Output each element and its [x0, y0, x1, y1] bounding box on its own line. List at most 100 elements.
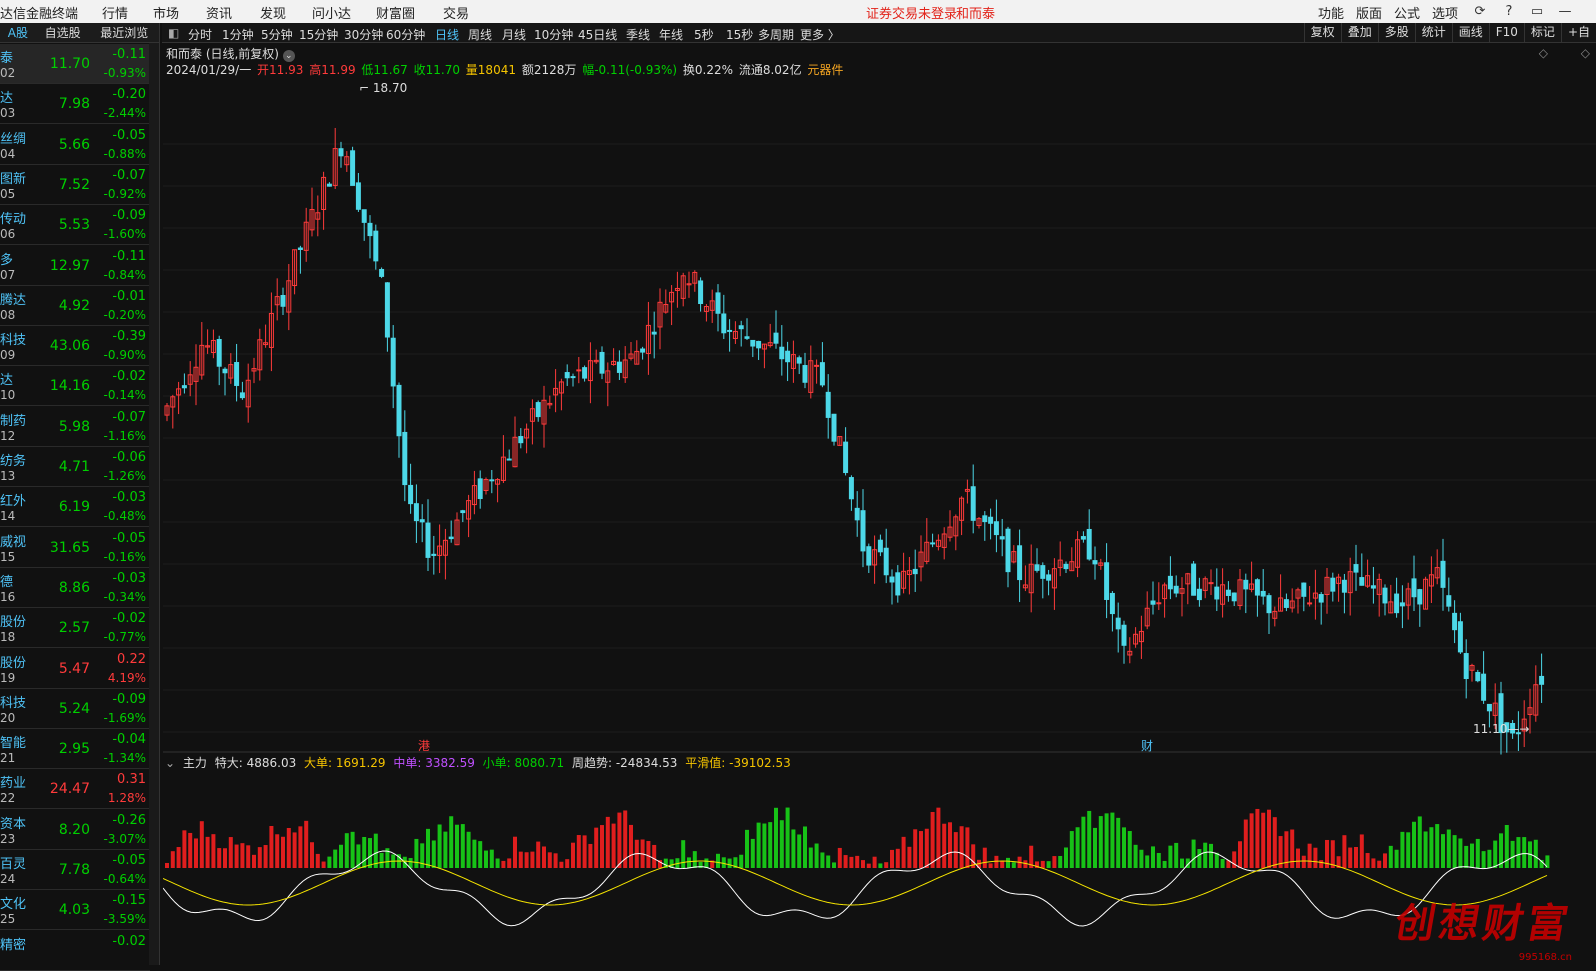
chart-tool-button[interactable]: 叠加 [1340, 23, 1378, 43]
stock-row[interactable]: 传动 06 5.53 -0.09 -1.60% [0, 205, 150, 246]
message-icon[interactable]: ▭ [1528, 2, 1546, 20]
stock-row[interactable]: 股份 19 5.47 0.22 4.19% [0, 649, 150, 689]
chart-tool-button[interactable]: F10 [1488, 23, 1524, 43]
tab-watchlist[interactable]: 自选股 [36, 23, 90, 42]
stock-row[interactable]: 威视 15 31.65 -0.05 -0.16% [0, 528, 150, 568]
period-tab[interactable]: 15秒 [726, 26, 753, 43]
candle-body [831, 413, 837, 442]
stock-row[interactable]: 红外 14 6.19 -0.03 -0.48% [0, 487, 150, 528]
indicator-trend: 周趋势: -24834.53 [571, 756, 678, 770]
candle-body [373, 230, 379, 262]
stock-row[interactable]: 多 07 12.97 -0.11 -0.84% [0, 246, 150, 286]
menu-xuanxiang[interactable]: 选项 [1432, 3, 1458, 22]
stock-row[interactable]: 百灵 24 7.78 -0.05 -0.64% [0, 850, 150, 890]
stock-price: 8.86 [58, 579, 90, 596]
period-tab[interactable]: 季线 [626, 26, 650, 43]
tab-recent[interactable]: 最近浏览 [89, 23, 159, 42]
indicator-toggle-icon[interactable]: ⌄ [165, 756, 175, 770]
stock-list-scrollbar[interactable] [149, 43, 159, 965]
stock-pct: -3.07% [103, 831, 146, 846]
period-tab[interactable]: 分时 [188, 26, 212, 43]
menu-banmian[interactable]: 版面 [1356, 3, 1382, 22]
stock-row[interactable]: 达 03 7.98 -0.20 -2.44% [0, 84, 150, 125]
candle-body [326, 183, 332, 187]
tab-a-shares[interactable]: A股 [0, 23, 36, 42]
period-tab[interactable]: 30分钟 [344, 26, 383, 43]
indicator-bar [530, 851, 535, 868]
stock-row[interactable]: 智能 21 2.95 -0.04 -1.34% [0, 729, 150, 770]
menu-zixun[interactable]: 资讯 [206, 3, 232, 22]
finance-mark[interactable]: 财 [1141, 739, 1153, 753]
menu-gongshi[interactable]: 公式 [1394, 3, 1420, 22]
chart-tool-button[interactable]: 多股 [1377, 23, 1415, 43]
chart-tool-button[interactable]: 画线 [1451, 23, 1489, 43]
stock-row[interactable]: 丝绸 04 5.66 -0.05 -0.88% [0, 125, 150, 165]
stock-name: 资本 [0, 816, 27, 832]
indicator-bar [716, 853, 720, 868]
period-tab[interactable]: 15分钟 [299, 26, 338, 43]
minimize-icon[interactable]: — [1556, 2, 1574, 20]
menu-caifuquan[interactable]: 财富圈 [376, 3, 415, 22]
watermark-logo: 创想财富 [1391, 901, 1576, 947]
stock-row[interactable]: 科技 09 43.06 -0.39 -0.90% [0, 326, 150, 367]
menu-hangqing[interactable]: 行情 [102, 3, 128, 22]
stock-name: 图新 [0, 171, 27, 187]
period-tab[interactable]: 1分钟 [222, 26, 254, 43]
stock-row[interactable]: 文化 25 4.03 -0.15 -3.59% [0, 890, 150, 931]
period-tab[interactable]: 45日线 [578, 26, 617, 43]
period-tab[interactable]: 月线 [502, 26, 526, 43]
sidebar-toggle-icon[interactable]: ◧ [168, 26, 179, 40]
menu-faxian[interactable]: 发现 [260, 3, 286, 22]
candle-body [535, 402, 541, 418]
stock-change: -0.11 [112, 47, 146, 62]
stock-row[interactable]: 腾达 08 4.92 -0.01 -0.20% [0, 286, 150, 326]
period-tab[interactable]: 5秒 [694, 26, 714, 43]
menu-jiaoyi[interactable]: 交易 [443, 3, 469, 22]
chart-tool-button[interactable]: 复权 [1303, 23, 1341, 43]
period-tab[interactable]: 5分钟 [261, 26, 293, 43]
stock-change: -0.11 [112, 248, 146, 264]
stock-row[interactable]: 德 16 8.86 -0.03 -0.34% [0, 568, 150, 608]
indicator-name[interactable]: 主力 [183, 756, 207, 770]
indicator-bar [617, 812, 622, 868]
stock-pct: -0.48% [103, 509, 146, 524]
menu-wenxiaoda[interactable]: 问小达 [312, 3, 351, 22]
period-tab[interactable]: 60分钟 [386, 26, 425, 43]
period-tab[interactable]: 年线 [659, 26, 683, 43]
stock-row[interactable]: 资本 23 8.20 -0.26 -3.07% [0, 810, 150, 850]
stock-row[interactable]: 股份 18 2.57 -0.02 -0.77% [0, 608, 150, 649]
indicator-bar [1388, 845, 1393, 868]
indicator-bar [797, 834, 802, 868]
candle-body [1231, 592, 1237, 602]
period-tab[interactable]: 日线 [435, 26, 459, 43]
candle-body [819, 362, 825, 386]
period-tab[interactable]: 周线 [468, 26, 492, 43]
indicator-bar [1104, 813, 1109, 868]
period-tab[interactable]: 多周期 [758, 26, 794, 43]
kline-chart[interactable]: ⌐ 18.70 11.10—→ 港 财 [163, 43, 1596, 965]
hk-mark[interactable]: 港 [418, 739, 430, 753]
login-notice[interactable]: 证券交易未登录 [866, 3, 957, 22]
chart-tool-button[interactable]: 统计 [1414, 23, 1452, 43]
menu-shichang[interactable]: 市场 [153, 3, 179, 22]
stock-price: 5.98 [58, 418, 90, 435]
period-tab[interactable]: 10分钟 [534, 26, 573, 43]
stock-row[interactable]: 制药 12 5.98 -0.07 -1.16% [0, 407, 150, 447]
period-tab[interactable]: 更多 〉 [800, 26, 840, 43]
chart-tool-button[interactable]: 标记 [1523, 23, 1561, 43]
indicator-bar [466, 831, 471, 868]
stock-row[interactable]: 科技 20 5.24 -0.09 -1.69% [0, 689, 150, 729]
indicator-bar [1168, 845, 1173, 868]
menu-gongneng[interactable]: 功能 [1318, 3, 1344, 22]
stock-row[interactable]: 图新 05 7.52 -0.07 -0.92% [0, 165, 150, 205]
indicator-bar [913, 829, 918, 868]
chart-tool-button[interactable]: +自 [1560, 23, 1596, 43]
stock-row[interactable]: 达 10 14.16 -0.02 -0.14% [0, 366, 150, 407]
stock-row[interactable]: 药业 22 24.47 0.31 1.28% [0, 769, 150, 810]
candle-body [651, 331, 657, 335]
indicator-bar [1255, 808, 1260, 868]
refresh-icon[interactable]: ⟳ [1471, 2, 1489, 20]
stock-row[interactable]: 泰 02 11.70 -0.11 -0.93% [0, 44, 150, 84]
help-icon[interactable]: ? [1500, 2, 1518, 20]
stock-row[interactable]: 纺务 13 4.71 -0.06 -1.26% [0, 447, 150, 487]
